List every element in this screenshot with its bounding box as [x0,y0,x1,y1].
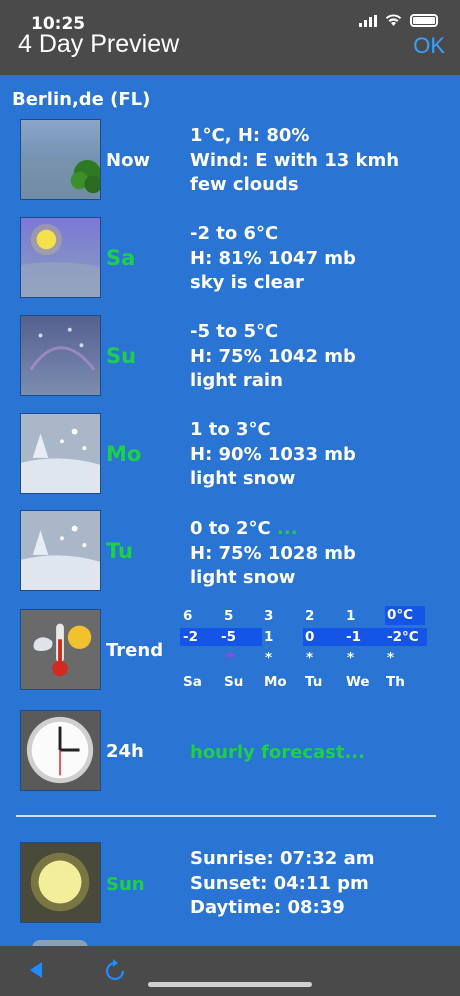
snow-symbol: * [306,650,314,666]
trend-low: 0 [305,629,315,645]
sunny-icon [20,217,101,298]
trend-low: -1 [346,629,361,645]
day-label: Tu [106,539,133,563]
trend-high: 0°C [385,606,425,625]
divider [16,815,436,817]
page-title: 4 Day Preview [18,30,180,58]
forecast-info: -2 to 6°C H: 81% 1047 mb sky is clear [190,222,356,296]
humidity-pressure: H: 81% 1047 mb [190,247,356,269]
humidity-pressure: H: 75% 1028 mb [190,542,356,564]
trend-day: Tu [305,674,323,690]
trend-low: -2 [183,629,198,645]
trend-low-bar: -2 -5 [180,628,262,646]
trend-high: 5 [224,608,234,624]
sun-day-label: Sun [106,874,145,895]
trend-high: 3 [264,608,274,624]
rain-icon [20,315,101,396]
back-icon[interactable] [28,960,44,980]
signal-icon [359,14,377,27]
sunset: Sunset: 04:11 pm [190,872,369,894]
trend-day: Th [386,674,405,690]
temp-range: -2 to 6°C [190,223,279,244]
condition: light snow [190,468,296,489]
more-dots[interactable]: ... [277,518,298,539]
snow-icon [20,413,101,494]
wind: Wind: E with 13 kmh [190,149,400,171]
temp-range-line: 0 to 2°C ... [190,517,356,542]
humidity-pressure: H: 75% 1042 mb [190,345,356,367]
trend-high: 6 [183,608,193,624]
day-label: Now [106,150,151,171]
snow-symbol: * [265,650,273,666]
condition: light rain [190,370,283,391]
battery-icon [410,14,438,27]
trend-low: 1 [264,629,274,645]
status-icons [359,14,438,27]
hourly-forecast-link[interactable]: hourly forecast... [190,741,365,766]
daytime: Daytime: 08:39 [190,897,345,918]
snow-symbol: * [347,650,355,666]
trend-high: 1 [346,608,356,624]
day-label: Su [106,344,137,368]
forecast-info: 0 to 2°C ... H: 75% 1028 mb light snow [190,517,356,591]
day-label: Mo [106,442,142,466]
temp-range: 0 to 2°C [190,518,271,539]
day-label: Sa [106,246,136,270]
trend-low-bar: 0 -1 [303,628,385,646]
trend-label: Trend [106,640,164,661]
condition: light snow [190,567,296,588]
ok-button[interactable]: OK [413,33,445,59]
forecast-info: 1 to 3°C H: 90% 1033 mb light snow [190,418,356,492]
location-label: Berlin,de (FL) [12,89,151,110]
bottom-toolbar [0,946,460,996]
forecast-info: 1°C, H: 80% Wind: E with 13 kmh few clou… [190,124,399,198]
nav-bar: 10:25 4 Day Preview OK [0,0,460,75]
temp-range: -5 to 5°C [190,321,279,342]
trend-day: Mo [264,674,287,690]
sun-info: Sunrise: 07:32 am Sunset: 04:11 pm Dayti… [190,847,375,921]
temp-humidity: 1°C, H: 80% [190,125,310,146]
clock-icon [20,710,101,791]
temp-range: 1 to 3°C [190,419,271,440]
trend-day: We [346,674,370,690]
umbrella-icon: ☂ [224,650,237,666]
trend-low: -5 [221,629,236,645]
thermometer-icon [20,609,101,690]
snow-symbol: * [387,650,395,666]
refresh-icon[interactable] [104,958,126,982]
trend-low: -2°C [385,628,427,646]
trend-day: Sa [183,674,202,690]
condition: sky is clear [190,272,304,293]
condition: few clouds [190,174,299,195]
hourly-label: 24h [106,741,144,762]
snow-icon [20,510,101,591]
cloudy-tree-icon [20,119,101,200]
wifi-icon [385,14,402,26]
forecast-info: -5 to 5°C H: 75% 1042 mb light rain [190,320,356,394]
sun-icon [20,842,101,923]
sunrise: Sunrise: 07:32 am [190,848,375,869]
home-indicator [148,982,312,987]
trend-day: Su [224,674,244,690]
humidity-pressure: H: 90% 1033 mb [190,443,356,465]
trend-high: 2 [305,608,315,624]
